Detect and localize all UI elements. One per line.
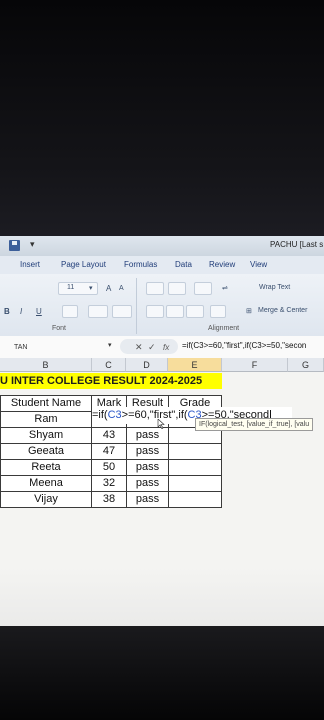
cell-mark-vijay[interactable]: 38 <box>91 491 127 508</box>
column-header-b[interactable]: B <box>0 358 92 372</box>
font-size-select[interactable]: 11 ▾ <box>58 282 98 295</box>
enter-icon[interactable]: ✓ <box>148 342 156 353</box>
quick-access-dropdown-icon[interactable]: ▾ <box>30 239 35 250</box>
shrink-font-button[interactable]: A <box>119 285 124 292</box>
cell-name-vijay[interactable]: Vijay <box>0 491 92 508</box>
cell-grade-meena[interactable] <box>168 475 222 492</box>
grow-font-button[interactable]: A <box>106 284 111 293</box>
align-center-button[interactable] <box>166 305 184 318</box>
tab-insert[interactable]: Insert <box>20 260 40 269</box>
cell-result-reeta[interactable]: pass <box>126 459 169 476</box>
column-header-g[interactable]: G <box>288 358 324 372</box>
merge-center-icon: ⊞ <box>246 308 252 315</box>
font-color-button[interactable] <box>112 305 132 318</box>
cancel-icon[interactable]: ✕ <box>135 342 143 353</box>
formula-input[interactable]: =if(C3>=60,"first",if(C3>=50,"secon <box>182 341 306 350</box>
monitor-bezel-top <box>0 0 324 236</box>
wrap-text-button[interactable]: Wrap Text <box>259 284 290 291</box>
cell-result-shyam[interactable]: pass <box>126 427 169 444</box>
cell-reference: C3 <box>107 409 122 421</box>
formula-part: =if( <box>92 409 108 421</box>
cell-mark-meena[interactable]: 32 <box>91 475 127 492</box>
header-cell-student-name[interactable]: Student Name <box>0 395 92 412</box>
fill-color-button[interactable] <box>88 305 108 318</box>
cell-grade-geeata[interactable] <box>168 443 222 460</box>
formula-bar: TAN ▾ ✕ ✓ fx =if(C3>=60,"first",if(C3>=5… <box>0 336 324 359</box>
save-icon[interactable] <box>9 240 20 251</box>
font-size-value: 11 <box>67 284 75 291</box>
wrap-text-icon: ⇌ <box>222 285 228 292</box>
formula-controls: ✕ ✓ fx <box>120 339 178 354</box>
cell-result-vijay[interactable]: pass <box>126 491 169 508</box>
column-header-d[interactable]: D <box>126 358 168 372</box>
column-header-e[interactable]: E <box>168 358 222 372</box>
chevron-down-icon: ▾ <box>89 285 93 292</box>
alignment-group-label: Alignment <box>208 325 240 332</box>
mouse-cursor-icon <box>157 419 165 429</box>
cell-grade-reeta[interactable] <box>168 459 222 476</box>
cell-result-geeata[interactable]: pass <box>126 443 169 460</box>
window-title: PACHU [Last s <box>270 240 324 249</box>
tab-data[interactable]: Data <box>175 260 192 269</box>
tab-review[interactable]: Review <box>209 260 235 269</box>
screen-glare <box>0 566 324 626</box>
formula-part: >=60,"first",if( <box>121 409 188 421</box>
name-box-dropdown-icon[interactable]: ▾ <box>108 341 112 349</box>
merge-center-button[interactable]: Merge & Center <box>258 307 307 314</box>
font-group-label: Font <box>52 325 67 332</box>
excel-window: ▾ PACHU [Last s Insert Page Layout Formu… <box>0 236 324 626</box>
cell-name-ram[interactable]: Ram <box>0 411 92 428</box>
cell-name-reeta[interactable]: Reeta <box>0 459 92 476</box>
ribbon: 11 ▾ A A ⇌ Wrap Text B I U ⊞ Merge & Cen… <box>0 274 324 337</box>
align-right-button[interactable] <box>186 305 204 318</box>
sheet-banner-title[interactable]: U INTER COLLEGE RESULT 2024-2025 <box>0 373 222 389</box>
column-header-f[interactable]: F <box>222 358 288 372</box>
cell-grade-vijay[interactable] <box>168 491 222 508</box>
align-left-button[interactable] <box>146 305 164 318</box>
ribbon-tabs: Insert Page Layout Formulas Data Review … <box>0 256 324 275</box>
title-bar: ▾ PACHU [Last s <box>0 236 324 256</box>
orientation-button[interactable] <box>194 282 212 295</box>
insert-function-button[interactable]: fx <box>163 343 169 352</box>
column-header-c[interactable]: C <box>92 358 126 372</box>
group-separator <box>136 278 137 334</box>
monitor-bezel-bottom <box>0 626 324 720</box>
bold-button[interactable]: B <box>4 307 10 316</box>
tab-view[interactable]: View <box>250 260 267 269</box>
tab-formulas[interactable]: Formulas <box>124 260 157 269</box>
function-tooltip: IF(logical_test, [value_if_true], [valu <box>195 418 314 431</box>
underline-button[interactable]: U <box>36 307 42 316</box>
cell-mark-shyam[interactable]: 43 <box>91 427 127 444</box>
italic-button[interactable]: I <box>20 307 22 316</box>
tab-page-layout[interactable]: Page Layout <box>61 260 106 269</box>
cell-name-meena[interactable]: Meena <box>0 475 92 492</box>
cell-name-shyam[interactable]: Shyam <box>0 427 92 444</box>
indent-button[interactable] <box>210 305 226 318</box>
cell-name-geeata[interactable]: Geeata <box>0 443 92 460</box>
align-top-button[interactable] <box>146 282 164 295</box>
align-middle-button[interactable] <box>168 282 186 295</box>
borders-button[interactable] <box>62 305 78 318</box>
cell-mark-reeta[interactable]: 50 <box>91 459 127 476</box>
name-box[interactable]: TAN <box>0 341 112 354</box>
cell-result-meena[interactable]: pass <box>126 475 169 492</box>
cell-mark-geeata[interactable]: 47 <box>91 443 127 460</box>
